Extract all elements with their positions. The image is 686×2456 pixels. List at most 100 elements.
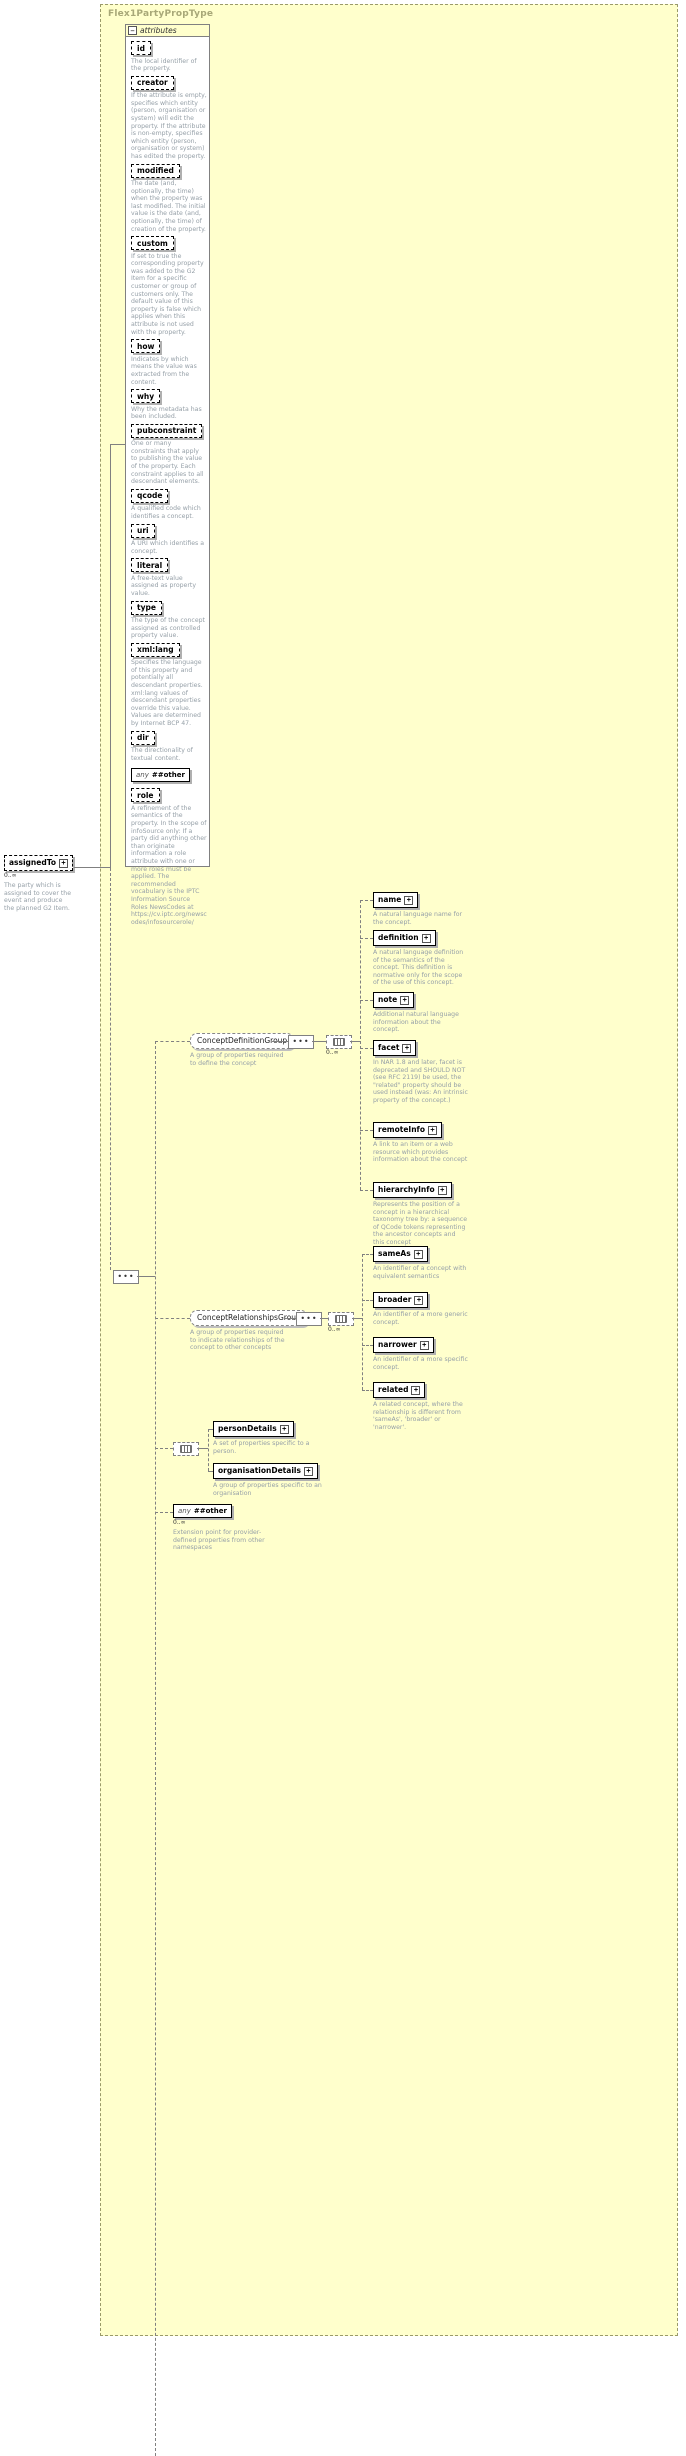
attribute-description: A free-text value assigned as property v…: [131, 574, 196, 597]
attribute-custom: custom If set to true the corresponding …: [131, 236, 209, 336]
attribute-chip[interactable]: how: [131, 339, 161, 354]
element-chip[interactable]: note +: [373, 992, 415, 1008]
element-description: A natural language definition of the sem…: [373, 949, 464, 987]
attribute-chip[interactable]: qcode: [131, 488, 169, 503]
attribute-chip[interactable]: xml:lang: [131, 642, 180, 657]
connector: [360, 1130, 373, 1131]
connector: [100, 867, 110, 868]
attribute-description: If set to true the corresponding propert…: [131, 252, 204, 336]
plus-icon[interactable]: +: [402, 1043, 412, 1053]
attribute-description: The directionality of textual content.: [131, 747, 193, 762]
element-label: organisationDetails: [218, 1466, 301, 1475]
connector: [360, 938, 373, 939]
element-label: personDetails: [218, 1424, 277, 1433]
attribute-xml-lang: xml:lang Specifies the language of this …: [131, 642, 209, 728]
plus-icon[interactable]: +: [421, 933, 431, 943]
attribute-chip[interactable]: dir: [131, 730, 155, 745]
element-assignedTo: assignedTo + 0..∞ The party which is ass…: [4, 855, 74, 912]
connector: [110, 444, 111, 868]
attribute-role: role A refinement of the semantics of th…: [131, 788, 209, 926]
plus-icon[interactable]: +: [437, 1185, 447, 1195]
attribute-chip[interactable]: literal: [131, 558, 169, 573]
attribute-chip[interactable]: uri: [131, 523, 155, 538]
element-chip[interactable]: definition +: [373, 930, 436, 946]
type-title: Flex1PartyPropType: [108, 9, 214, 19]
attributes-header[interactable]: − attributes: [125, 24, 210, 37]
element-related: related + A related concept, where the r…: [373, 1382, 468, 1431]
attribute-chip[interactable]: pubconstraint: [131, 423, 203, 438]
cardinality-label: 0..∞: [328, 1326, 341, 1333]
choice-icon[interactable]: [326, 1035, 352, 1049]
element-label: remoteInfo: [378, 1125, 425, 1134]
connector: [360, 900, 373, 901]
connector: [362, 1345, 373, 1346]
attribute-chip[interactable]: modified: [131, 163, 180, 178]
cardinality-label: 0..∞: [173, 1519, 186, 1526]
element-label: note: [378, 995, 398, 1004]
plus-icon[interactable]: +: [414, 1295, 424, 1305]
minus-icon[interactable]: −: [128, 26, 137, 35]
element-chip[interactable]: broader +: [373, 1292, 429, 1308]
element-label: broader: [378, 1295, 412, 1304]
choice-icon[interactable]: [328, 1312, 354, 1326]
attribute-why: why Why the metadata has been included.: [131, 389, 209, 421]
group-ConceptRelationshipsGroup: ConceptRelationshipsGroup A group of pro…: [190, 1310, 308, 1352]
attribute-how: how Indicates by which means the value w…: [131, 339, 209, 386]
plus-icon[interactable]: +: [59, 858, 68, 868]
attribute-chip[interactable]: role: [131, 788, 160, 803]
element-label: definition: [378, 933, 419, 942]
element-narrower: narrower + An identifier of a more speci…: [373, 1337, 468, 1371]
element-description: An identifier of a concept with equivale…: [373, 1265, 467, 1280]
element-label: related: [378, 1385, 409, 1394]
attribute-chip[interactable]: why: [131, 389, 161, 404]
any-label: any: [178, 1506, 191, 1515]
sequence-icon[interactable]: •••: [296, 1312, 322, 1326]
connector: [74, 867, 100, 868]
element-description: A natural language name for the concept.: [373, 911, 463, 926]
attribute-chip[interactable]: custom: [131, 236, 174, 251]
plus-icon[interactable]: +: [411, 1385, 421, 1395]
plus-icon[interactable]: +: [400, 995, 410, 1005]
element-label: hierarchyInfo: [378, 1185, 435, 1194]
element-chip[interactable]: hierarchyInfo +: [373, 1182, 452, 1198]
attribute-description: One or many constraints that apply to pu…: [131, 440, 204, 486]
plus-icon[interactable]: +: [279, 1424, 289, 1434]
attribute-description: Specifies the language of this property …: [131, 659, 203, 728]
sequence-icon[interactable]: •••: [288, 1035, 314, 1049]
element-chip[interactable]: remoteInfo +: [373, 1122, 442, 1138]
connector: [155, 1512, 173, 1513]
connector: [362, 1300, 373, 1301]
connector: [155, 1041, 156, 2456]
element-chip[interactable]: name +: [373, 892, 419, 908]
any-attribute-chip[interactable]: any ##other: [131, 768, 190, 783]
element-chip[interactable]: organisationDetails +: [213, 1463, 318, 1479]
attribute-chip[interactable]: creator: [131, 75, 174, 90]
element-chip[interactable]: facet +: [373, 1040, 417, 1056]
element-chip[interactable]: personDetails +: [213, 1421, 294, 1437]
plus-icon[interactable]: +: [303, 1466, 313, 1476]
plus-icon[interactable]: +: [427, 1125, 437, 1135]
element-chip[interactable]: narrower +: [373, 1337, 434, 1353]
element-chip[interactable]: sameAs +: [373, 1246, 428, 1262]
attribute-description: Indicates by which means the value was e…: [131, 355, 197, 386]
connector: [197, 1448, 208, 1449]
attribute-any-other: any ##other: [131, 768, 209, 783]
element-chip[interactable]: related +: [373, 1382, 426, 1398]
element-broader: broader + An identifier of a more generi…: [373, 1292, 468, 1326]
attribute-chip[interactable]: type: [131, 600, 162, 615]
any-element-chip[interactable]: any ##other: [173, 1504, 232, 1518]
choice-icon[interactable]: [173, 1442, 199, 1456]
element-note: note + Additional natural language infor…: [373, 992, 468, 1034]
plus-icon[interactable]: +: [413, 1249, 423, 1259]
plus-icon[interactable]: +: [404, 895, 414, 905]
attribute-literal: literal A free-text value assigned as pr…: [131, 558, 209, 597]
group-description: A group of properties required to define…: [190, 1052, 284, 1067]
attribute-chip[interactable]: id: [131, 41, 151, 55]
sequence-icon[interactable]: •••: [113, 1270, 139, 1284]
connector: [350, 1041, 360, 1042]
element-description: Represents the position of a concept in …: [373, 1201, 468, 1246]
connector: [110, 868, 111, 1270]
element-chip-assignedTo[interactable]: assignedTo +: [4, 855, 73, 871]
element-definition: definition + A natural language definiti…: [373, 930, 468, 987]
plus-icon[interactable]: +: [419, 1340, 429, 1350]
